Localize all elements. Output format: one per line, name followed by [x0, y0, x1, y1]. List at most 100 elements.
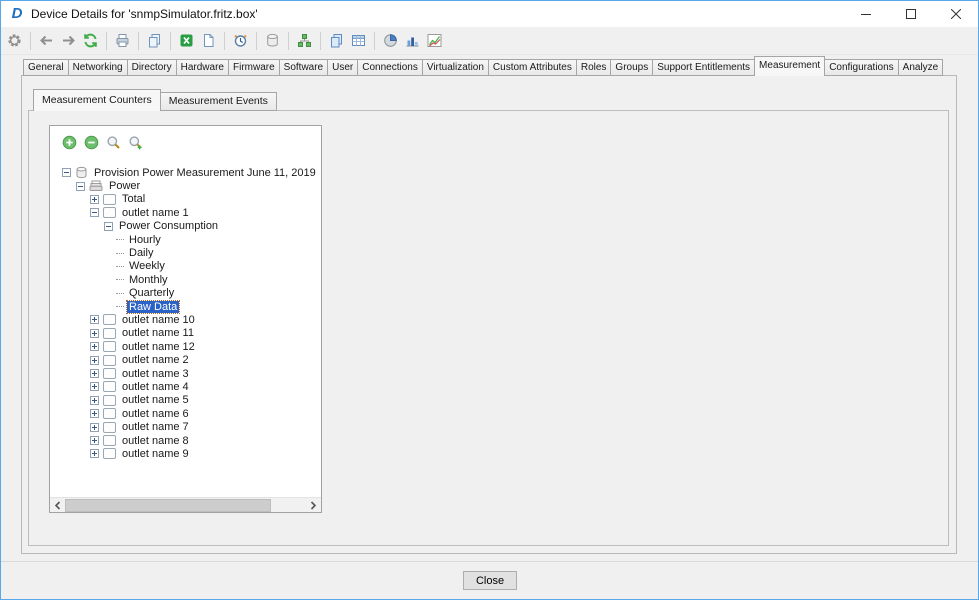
tree-item-power-consumption[interactable]: Power Consumption	[52, 220, 319, 233]
footer-divider	[1, 561, 978, 562]
tab-measurement[interactable]: Measurement	[754, 56, 825, 76]
collapse-icon[interactable]	[76, 182, 85, 191]
tree-item-total[interactable]: Total	[52, 193, 319, 206]
tab-software[interactable]: Software	[280, 59, 328, 76]
expand-icon[interactable]	[90, 396, 99, 405]
tree-item-outlet-name-4[interactable]: outlet name 4	[52, 380, 319, 393]
bar-chart-icon[interactable]	[403, 31, 422, 50]
tab-configurations[interactable]: Configurations	[825, 59, 898, 76]
refresh-icon[interactable]	[81, 31, 100, 50]
remove-icon[interactable]	[84, 135, 100, 151]
forward-icon[interactable]	[59, 31, 78, 50]
tree-item-outlet-name-6[interactable]: outlet name 6	[52, 407, 319, 420]
tab-virtualization[interactable]: Virtualization	[423, 59, 489, 76]
app-logo-icon: D	[9, 6, 25, 22]
tree-item-hourly[interactable]: Hourly	[52, 233, 319, 246]
tree-item-raw-data[interactable]: Raw Data	[52, 300, 319, 313]
tab-firmware[interactable]: Firmware	[229, 59, 280, 76]
tree-item-outlet-name-12[interactable]: outlet name 12	[52, 340, 319, 353]
tab-connections[interactable]: Connections	[358, 59, 423, 76]
maximize-button[interactable]	[888, 1, 933, 27]
tree-item-outlet-name-8[interactable]: outlet name 8	[52, 434, 319, 447]
expand-icon[interactable]	[90, 382, 99, 391]
measurement-subtabbar: Measurement Counters Measurement Events	[34, 89, 277, 111]
collapse-icon[interactable]	[104, 222, 113, 231]
tree-item-monthly[interactable]: Monthly	[52, 273, 319, 286]
expand-icon[interactable]	[90, 356, 99, 365]
tab-support-entitlements[interactable]: Support Entitlements	[653, 59, 755, 76]
export-excel-icon[interactable]	[177, 31, 196, 50]
search-icon[interactable]	[106, 135, 122, 151]
line-chart-icon[interactable]	[425, 31, 444, 50]
database-icon[interactable]	[263, 31, 282, 50]
subtab-measurement-counters[interactable]: Measurement Counters	[33, 89, 161, 111]
expand-icon[interactable]	[90, 409, 99, 418]
tree-item-provision-power-measurement[interactable]: Provision Power Measurement June 11, 201…	[52, 166, 319, 179]
document-icon[interactable]	[199, 31, 218, 50]
tree-item-weekly[interactable]: Weekly	[52, 260, 319, 273]
expand-icon[interactable]	[90, 329, 99, 338]
tree-item-outlet-name-1[interactable]: outlet name 1	[52, 206, 319, 219]
minimize-button[interactable]	[843, 1, 888, 27]
tree-item-outlet-name-10[interactable]: outlet name 10	[52, 313, 319, 326]
tree-item-outlet-name-5[interactable]: outlet name 5	[52, 394, 319, 407]
counter-box-icon	[103, 355, 116, 366]
counter-box-icon	[103, 448, 116, 459]
collapse-icon[interactable]	[90, 208, 99, 217]
tab-groups[interactable]: Groups	[611, 59, 653, 76]
tree-item-power[interactable]: Power	[52, 179, 319, 192]
tab-networking[interactable]: Networking	[69, 59, 128, 76]
table-icon[interactable]	[349, 31, 368, 50]
tab-directory[interactable]: Directory	[128, 59, 177, 76]
close-button[interactable]: Close	[463, 571, 517, 590]
tab-user[interactable]: User	[328, 59, 358, 76]
add-icon[interactable]	[62, 135, 78, 151]
scroll-left-icon[interactable]	[50, 498, 65, 513]
counter-box-icon	[103, 314, 116, 325]
tree-item-outlet-name-9[interactable]: outlet name 9	[52, 447, 319, 460]
counter-box-icon	[103, 395, 116, 406]
subtab-measurement-events[interactable]: Measurement Events	[161, 92, 277, 111]
expand-icon[interactable]	[90, 195, 99, 204]
collapse-icon[interactable]	[62, 168, 71, 177]
tree-horizontal-scrollbar[interactable]	[50, 497, 321, 512]
tree-connector	[116, 266, 124, 267]
tree-connector	[116, 239, 124, 240]
expand-icon[interactable]	[90, 369, 99, 378]
close-window-button[interactable]	[933, 1, 978, 27]
tree-item-outlet-name-11[interactable]: outlet name 11	[52, 327, 319, 340]
scrollbar-thumb[interactable]	[65, 499, 271, 512]
pages-icon[interactable]	[327, 31, 346, 50]
tab-roles[interactable]: Roles	[577, 59, 612, 76]
tree-connector	[116, 293, 124, 294]
copy-icon[interactable]	[145, 31, 164, 50]
scroll-right-icon[interactable]	[306, 498, 321, 513]
expand-icon[interactable]	[90, 342, 99, 351]
tab-hardware[interactable]: Hardware	[177, 59, 229, 76]
tab-custom-attributes[interactable]: Custom Attributes	[489, 59, 577, 76]
topology-icon[interactable]	[295, 31, 314, 50]
tree-item-quarterly[interactable]: Quarterly	[52, 287, 319, 300]
tab-analyze[interactable]: Analyze	[899, 59, 944, 76]
back-icon[interactable]	[37, 31, 56, 50]
tree-item-outlet-name-7[interactable]: outlet name 7	[52, 420, 319, 433]
tree-connector	[116, 306, 124, 307]
search-plus-icon[interactable]	[128, 135, 144, 151]
tab-general[interactable]: General	[23, 59, 69, 76]
expand-icon[interactable]	[90, 423, 99, 432]
tree-item-daily[interactable]: Daily	[52, 246, 319, 259]
titlebar: D Device Details for 'snmpSimulator.frit…	[1, 1, 978, 27]
schedule-icon[interactable]	[231, 31, 250, 50]
print-icon[interactable]	[113, 31, 132, 50]
tree-item-outlet-name-2[interactable]: outlet name 2	[52, 353, 319, 366]
settings-icon[interactable]	[5, 31, 24, 50]
pie-chart-icon[interactable]	[381, 31, 400, 50]
expand-icon[interactable]	[90, 449, 99, 458]
expand-icon[interactable]	[90, 315, 99, 324]
counter-box-icon	[103, 435, 116, 446]
power-group-icon	[89, 180, 103, 192]
tree-item-outlet-name-3[interactable]: outlet name 3	[52, 367, 319, 380]
window-title: Device Details for 'snmpSimulator.fritz.…	[31, 7, 258, 21]
expand-icon[interactable]	[90, 436, 99, 445]
counter-box-icon	[103, 207, 116, 218]
